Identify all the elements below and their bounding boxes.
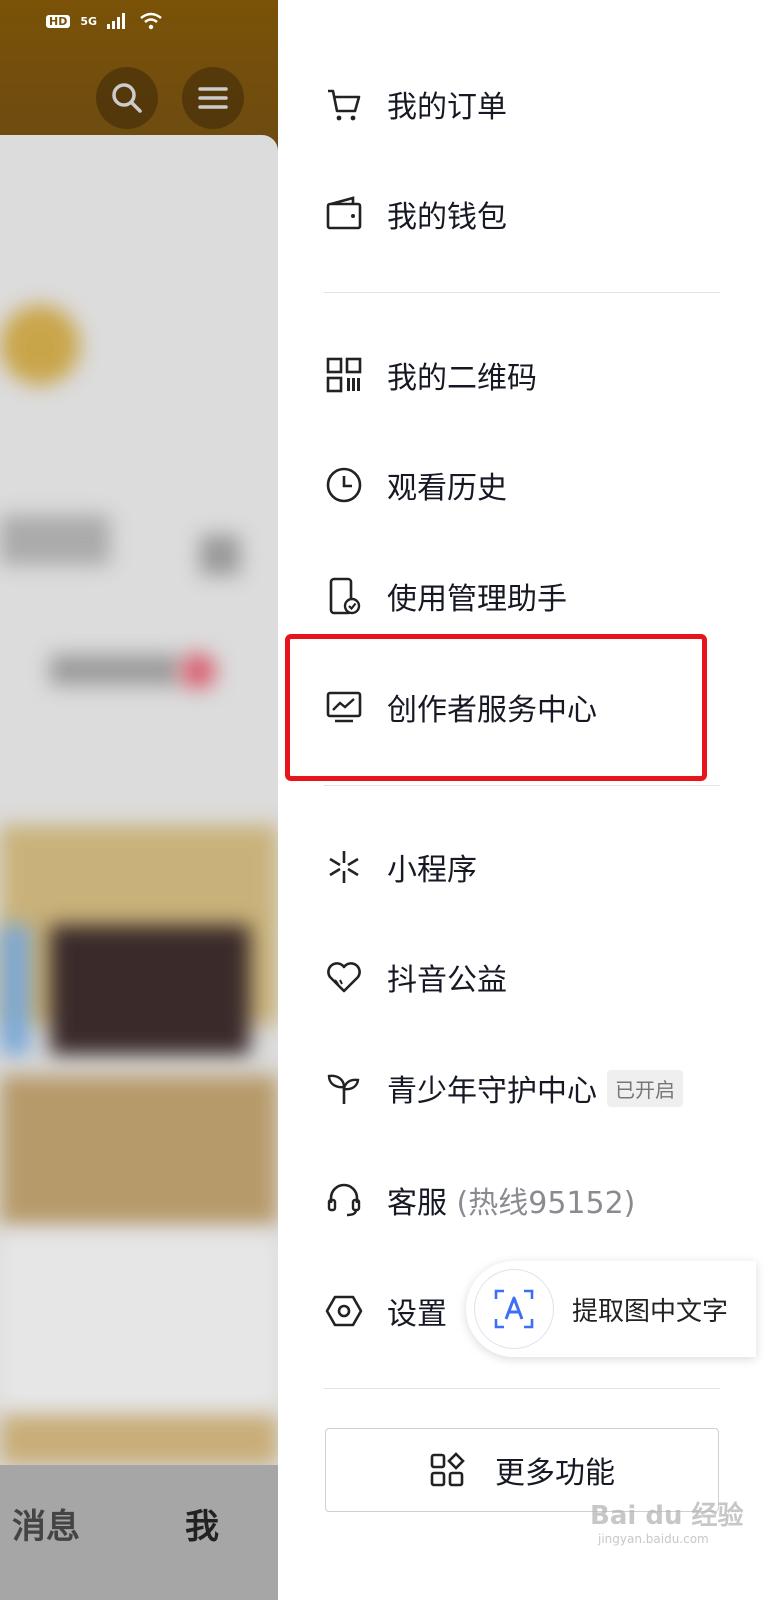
blurred-button bbox=[50, 655, 180, 685]
wifi-icon bbox=[140, 12, 162, 30]
sprout-icon bbox=[324, 1068, 364, 1108]
status-bar: HD 5G bbox=[46, 12, 163, 30]
text-recognition-icon bbox=[474, 1269, 554, 1349]
hamburger-icon bbox=[198, 87, 228, 109]
assistant-label: 使用管理助手 bbox=[387, 582, 567, 617]
history-label: 观看历史 bbox=[387, 471, 507, 506]
youth-label: 青少年守护中心 bbox=[387, 1074, 597, 1109]
menu-item-orders[interactable]: 我的订单 bbox=[324, 74, 507, 134]
blurred-icon bbox=[200, 535, 240, 575]
qrcode-icon bbox=[324, 355, 364, 395]
menu-item-settings[interactable]: 设置 bbox=[324, 1281, 447, 1341]
heart-icon bbox=[324, 957, 364, 997]
service-text: 客服 bbox=[387, 1186, 447, 1221]
highlight-box bbox=[285, 634, 707, 781]
blurred-badge bbox=[180, 653, 216, 689]
watermark-logo: Bai du 经验 jingyan.baidu.com bbox=[590, 1495, 744, 1546]
side-drawer: 我的订单 我的钱包 我的二维码 观看历史 使用管理助手 创作者服务中心 小程序 … bbox=[278, 0, 784, 1600]
blurred-thumbnail bbox=[0, 1415, 278, 1465]
apps-icon bbox=[430, 1452, 465, 1487]
hd-indicator: HD bbox=[46, 14, 71, 28]
clock-icon bbox=[324, 465, 364, 505]
service-hotline: (热线95152) bbox=[456, 1186, 636, 1221]
blurred-content bbox=[0, 135, 278, 1465]
cart-icon bbox=[324, 84, 364, 124]
mini-program-icon bbox=[324, 847, 364, 887]
blurred-text bbox=[0, 515, 110, 565]
divider bbox=[324, 1388, 720, 1389]
watermark-url: jingyan.baidu.com bbox=[598, 1532, 709, 1546]
phone-check-icon bbox=[324, 576, 364, 616]
orders-label: 我的订单 bbox=[387, 90, 507, 125]
nav-messages[interactable]: 消息 bbox=[12, 1499, 80, 1548]
background-page: HD 5G 消息 我 bbox=[0, 0, 278, 1600]
watermark-brand: Bai du 经验 bbox=[590, 1501, 744, 1531]
search-icon bbox=[112, 83, 142, 113]
blurred-thumbnail bbox=[0, 925, 30, 1055]
service-label: 客服 (热线95152) bbox=[387, 1178, 635, 1222]
gear-icon bbox=[324, 1291, 364, 1331]
extract-text-button[interactable]: 提取图中文字 bbox=[466, 1261, 756, 1357]
signal-icon bbox=[107, 13, 126, 29]
divider bbox=[324, 785, 720, 786]
menu-item-mini-program[interactable]: 小程序 bbox=[324, 837, 477, 897]
menu-button[interactable] bbox=[182, 67, 244, 129]
divider bbox=[324, 292, 720, 293]
blurred-thumbnail bbox=[0, 1235, 278, 1415]
menu-item-qrcode[interactable]: 我的二维码 bbox=[324, 345, 537, 405]
charity-label: 抖音公益 bbox=[387, 963, 507, 998]
youth-status-badge: 已开启 bbox=[607, 1069, 683, 1107]
5g-indicator: 5G bbox=[80, 14, 98, 28]
bottom-nav: 消息 我 bbox=[0, 1465, 278, 1600]
mini-program-label: 小程序 bbox=[387, 853, 477, 888]
search-button[interactable] bbox=[96, 67, 158, 129]
blurred-thumbnail bbox=[0, 1075, 278, 1225]
more-functions-label: 更多功能 bbox=[495, 1456, 615, 1491]
menu-item-customer-service[interactable]: 客服 (热线95152) bbox=[324, 1170, 635, 1230]
menu-item-wallet[interactable]: 我的钱包 bbox=[324, 184, 507, 244]
blurred-avatar bbox=[0, 305, 80, 385]
menu-item-charity[interactable]: 抖音公益 bbox=[324, 947, 507, 1007]
nav-me[interactable]: 我 bbox=[185, 1499, 219, 1548]
wallet-icon bbox=[324, 194, 364, 234]
headset-icon bbox=[324, 1180, 364, 1220]
extract-text-label: 提取图中文字 bbox=[572, 1296, 729, 1327]
settings-label: 设置 bbox=[387, 1297, 447, 1332]
blurred-thumbnail bbox=[50, 925, 250, 1055]
qrcode-label: 我的二维码 bbox=[387, 361, 537, 396]
wallet-label: 我的钱包 bbox=[387, 200, 507, 235]
menu-item-youth[interactable]: 青少年守护中心 已开启 bbox=[324, 1058, 683, 1118]
menu-item-history[interactable]: 观看历史 bbox=[324, 455, 507, 515]
menu-item-assistant[interactable]: 使用管理助手 bbox=[324, 566, 567, 626]
